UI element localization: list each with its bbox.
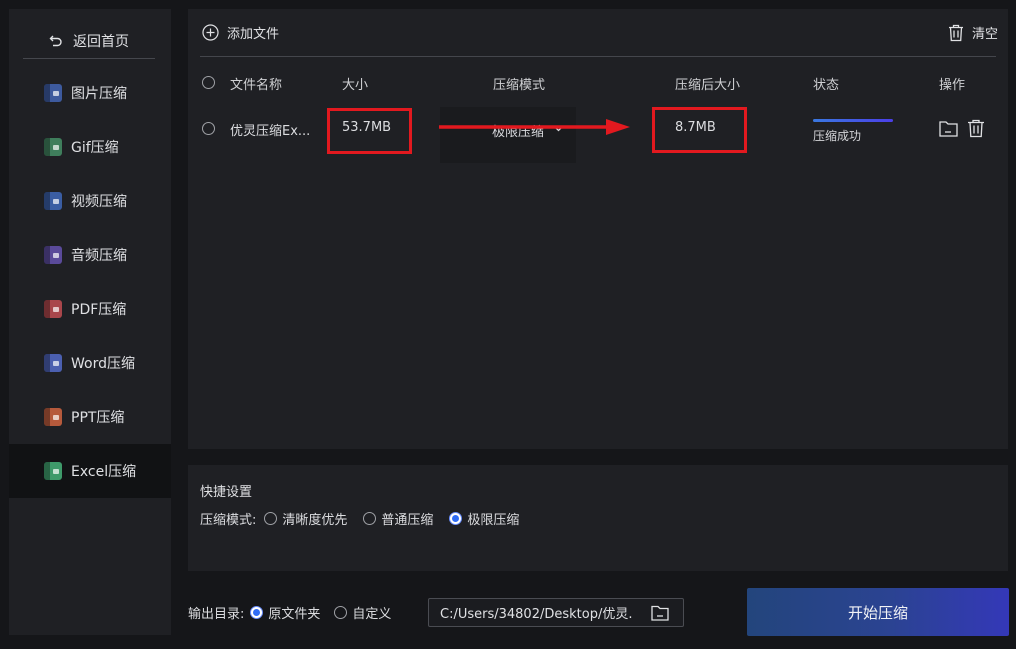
header-after-size: 压缩后大小 <box>675 78 741 93</box>
start-compress-button[interactable]: 开始压缩 <box>747 588 1009 636</box>
ppt-file-icon <box>43 407 63 427</box>
excel-file-icon <box>43 461 63 481</box>
nav-item-word[interactable]: Word压缩 <box>9 336 171 390</box>
file-name: 优灵压缩Ex... <box>230 124 311 139</box>
nav-item-video[interactable]: 视频压缩 <box>9 174 171 228</box>
word-file-icon <box>43 353 63 373</box>
add-file-button[interactable]: 添加文件 <box>202 23 279 42</box>
radio-unchecked <box>264 512 278 525</box>
row-select-radio[interactable] <box>202 122 215 135</box>
sidebar: 返回首页 图片压缩 Gif压缩 视频压缩 音频压缩 PDF压缩 Word压缩 P… <box>9 9 171 635</box>
radio-checked <box>449 512 463 525</box>
header-size: 大小 <box>342 78 369 93</box>
header-status: 状态 <box>813 78 840 93</box>
start-compress-label: 开始压缩 <box>847 603 908 622</box>
image-file-icon <box>43 83 63 103</box>
add-file-label: 添加文件 <box>227 27 280 42</box>
nav-item-label: 视频压缩 <box>71 194 127 210</box>
nav-item-image[interactable]: 图片压缩 <box>9 66 171 120</box>
nav-item-ppt[interactable]: PPT压缩 <box>9 390 171 444</box>
mode-option-extreme[interactable]: 极限压缩 <box>449 509 519 528</box>
output-option-custom[interactable]: 自定义 <box>334 603 391 622</box>
output-dir-label: 输出目录: <box>188 607 245 622</box>
file-list-panel: 添加文件 清空 文件名称 大小 压缩模式 压缩后大小 状态 操作 优灵压缩Ex.… <box>188 9 1008 449</box>
pdf-file-icon <box>43 299 63 319</box>
size-highlight-box <box>327 108 412 154</box>
nav-item-excel[interactable]: Excel压缩 <box>9 444 171 498</box>
nav-item-pdf[interactable]: PDF压缩 <box>9 282 171 336</box>
back-home-button[interactable]: 返回首页 <box>23 23 155 59</box>
delete-row-icon[interactable] <box>967 119 985 138</box>
header-ops: 操作 <box>939 78 966 93</box>
clear-button[interactable]: 清空 <box>948 23 998 42</box>
gif-file-icon <box>43 137 63 157</box>
select-all-radio[interactable] <box>202 76 215 89</box>
nav-list: 图片压缩 Gif压缩 视频压缩 音频压缩 PDF压缩 Word压缩 PPT压缩 <box>9 66 171 498</box>
radio-unchecked <box>363 512 377 525</box>
nav-item-label: PPT压缩 <box>71 410 125 426</box>
back-arrow-icon <box>49 35 62 46</box>
nav-item-label: Gif压缩 <box>71 140 119 156</box>
open-folder-icon[interactable] <box>939 120 958 137</box>
output-option-label: 自定义 <box>352 607 392 622</box>
nav-item-label: Excel压缩 <box>71 464 137 480</box>
quick-mode-row: 压缩模式: 清晰度优先 普通压缩 极限压缩 <box>200 509 535 528</box>
radio-checked <box>250 606 264 619</box>
nav-item-audio[interactable]: 音频压缩 <box>9 228 171 282</box>
output-dir-row: 输出目录: 原文件夹 自定义 <box>188 603 407 622</box>
quick-mode-label: 压缩模式: <box>200 513 257 528</box>
toolbar-divider <box>200 56 996 57</box>
output-option-label: 原文件夹 <box>268 607 321 622</box>
mode-option-label: 清晰度优先 <box>282 513 348 528</box>
nav-item-label: 图片压缩 <box>71 86 127 102</box>
mode-option-clarity[interactable]: 清晰度优先 <box>264 509 347 528</box>
nav-item-gif[interactable]: Gif压缩 <box>9 120 171 174</box>
mode-option-normal[interactable]: 普通压缩 <box>363 509 433 528</box>
video-file-icon <box>43 191 63 211</box>
plus-circle-icon <box>202 24 219 41</box>
radio-unchecked <box>334 606 348 619</box>
status-progress-bar <box>813 119 893 122</box>
mode-option-label: 极限压缩 <box>467 513 520 528</box>
back-home-label: 返回首页 <box>73 33 129 50</box>
nav-item-label: Word压缩 <box>71 356 135 372</box>
status-text: 压缩成功 <box>813 129 862 143</box>
mode-option-label: 普通压缩 <box>381 513 434 528</box>
nav-item-label: 音频压缩 <box>71 248 127 264</box>
quick-settings-title: 快捷设置 <box>200 485 253 500</box>
clear-label: 清空 <box>971 27 998 42</box>
quick-settings-panel: 快捷设置 压缩模式: 清晰度优先 普通压缩 极限压缩 <box>188 465 1008 571</box>
table-header: 文件名称 大小 压缩模式 压缩后大小 状态 操作 <box>188 69 1008 97</box>
output-path-field[interactable]: C:/Users/34802/Desktop/优灵. <box>428 598 684 627</box>
trash-icon <box>948 24 963 41</box>
header-mode: 压缩模式 <box>493 78 546 93</box>
red-arrow-icon <box>439 119 630 135</box>
after-size-highlight-box <box>652 107 747 153</box>
audio-file-icon <box>43 245 63 265</box>
folder-icon[interactable] <box>651 605 669 621</box>
header-name: 文件名称 <box>230 78 283 93</box>
output-option-original[interactable]: 原文件夹 <box>250 603 320 622</box>
output-path-text: C:/Users/34802/Desktop/优灵. <box>440 607 633 622</box>
nav-item-label: PDF压缩 <box>71 302 127 318</box>
